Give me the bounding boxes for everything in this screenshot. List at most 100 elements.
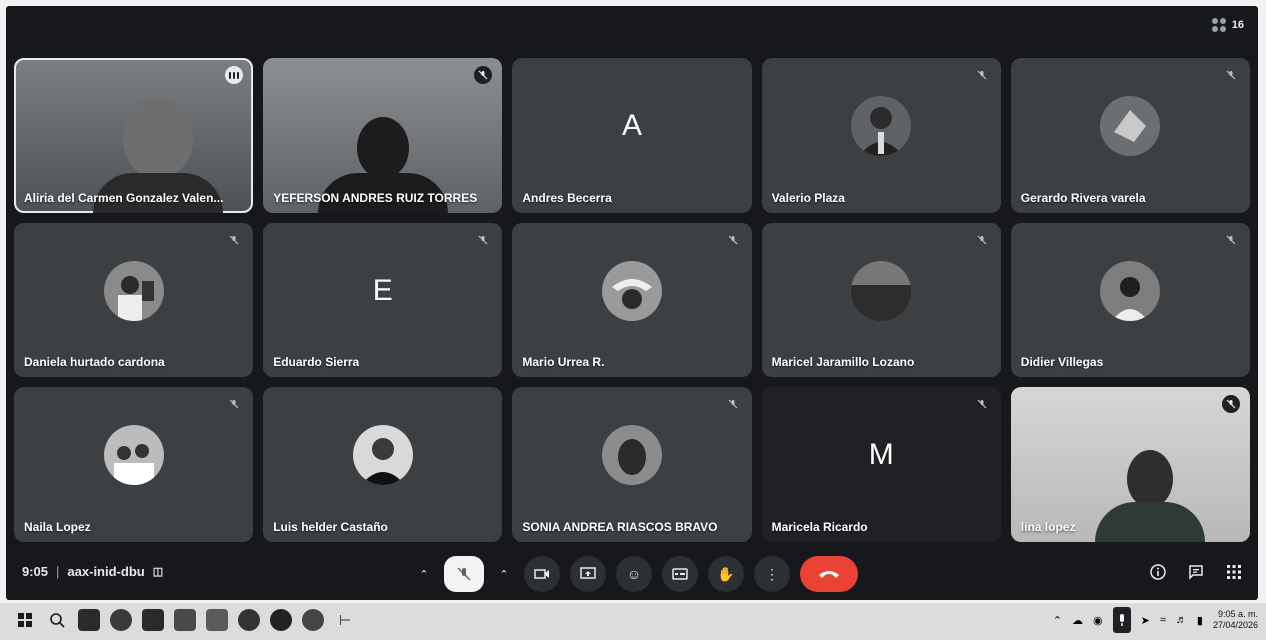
- mic-off-icon: [973, 231, 991, 249]
- right-panel-controls: [1148, 562, 1244, 582]
- participant-initial: A: [601, 96, 662, 157]
- leave-call-button[interactable]: [800, 556, 858, 592]
- system-clock[interactable]: 9:05 a. m. 27/04/2026: [1213, 609, 1258, 631]
- meeting-time: 9:05: [22, 564, 49, 579]
- taskbar-apps: ⊢: [14, 609, 356, 631]
- participant-name: Eduardo Sierra: [273, 355, 360, 370]
- participant-name: Maricel Jaramillo Lozano: [771, 355, 915, 370]
- windows-logo-icon: [18, 613, 32, 627]
- participant-count: 16: [1231, 19, 1244, 31]
- participant-name: Luis helder Castaño: [273, 520, 388, 534]
- meet-window: 16 Aliria del Carmen Gonzalez Valen... Y…: [6, 6, 1258, 600]
- participant-initial: E: [352, 260, 413, 321]
- meeting-book-icon: ◫: [152, 566, 164, 578]
- participant-tile[interactable]: Aliria del Carmen Gonzalez Valen...: [14, 58, 254, 213]
- taskbar-app[interactable]: [302, 609, 324, 631]
- clock-time: 9:05 a. m.: [1217, 609, 1258, 619]
- participant-tile[interactable]: Maricel Jaramillo Lozano: [761, 222, 1001, 378]
- participant-name: Valerio Plaza: [771, 190, 845, 205]
- camera-icon: [534, 569, 549, 579]
- hang-up-icon: [819, 571, 839, 578]
- search-button[interactable]: [46, 609, 68, 631]
- camera-button[interactable]: [524, 556, 560, 592]
- participants-button[interactable]: 16: [1211, 18, 1244, 32]
- mute-button[interactable]: [444, 556, 484, 592]
- wifi-icon[interactable]: ≈: [1160, 614, 1166, 626]
- mic-off-icon: [457, 567, 471, 581]
- present-button[interactable]: [570, 556, 606, 592]
- participant-avatar: [1100, 260, 1161, 321]
- participant-name: Didier Villegas: [1020, 355, 1104, 370]
- emoji-icon: ☺: [626, 566, 642, 582]
- mic-off-icon: [1222, 231, 1240, 249]
- participant-tile[interactable]: Valerio Plaza: [761, 58, 1001, 213]
- mic-off-icon: [724, 231, 742, 249]
- chat-icon: [1189, 565, 1203, 580]
- raise-hand-button[interactable]: ✋: [708, 556, 744, 592]
- meeting-toolbar: 9:05 | aax-inid-dbu ◫ ⌃ ⌃ ☺ ✋ ⋮: [6, 548, 1258, 600]
- participant-tile[interactable]: Mario Urrea R.: [512, 222, 752, 378]
- chat-button[interactable]: [1186, 562, 1206, 582]
- more-options-button[interactable]: ⋮: [754, 556, 790, 592]
- participant-tile[interactable]: SONIA ANDREA RIASCOS BRAVO: [512, 387, 752, 542]
- participant-name: SONIA ANDREA RIASCOS BRAVO: [522, 520, 718, 534]
- participant-tile[interactable]: E Eduardo Sierra: [263, 222, 503, 378]
- meeting-details: 9:05 | aax-inid-dbu ◫: [22, 564, 163, 579]
- microphone-in-use-button[interactable]: [1112, 607, 1131, 633]
- mic-options-chevron-icon[interactable]: ⌃: [414, 556, 434, 592]
- taskbar-app[interactable]: [270, 609, 292, 631]
- participant-tile[interactable]: YEFERSON ANDRES RUIZ TORRES: [263, 58, 503, 213]
- participant-avatar: [601, 425, 662, 486]
- participant-tile[interactable]: Didier Villegas: [1010, 222, 1250, 378]
- participant-tile[interactable]: A Andres Becerra: [512, 58, 752, 213]
- browser-button[interactable]: [238, 609, 260, 631]
- participant-avatar: [1100, 96, 1161, 157]
- participant-tile[interactable]: Gerardo Rivera varela: [1010, 58, 1250, 213]
- task-view-button[interactable]: [78, 609, 100, 631]
- taskbar-app[interactable]: [206, 609, 228, 631]
- participant-tile[interactable]: Daniela hurtado cardona: [14, 222, 254, 378]
- participant-name: YEFERSON ANDRES RUIZ TORRES: [273, 190, 478, 205]
- location-icon[interactable]: ➤: [1141, 614, 1150, 627]
- mic-off-icon: [1222, 66, 1240, 84]
- participant-avatar: [103, 260, 164, 321]
- participant-name: Aliria del Carmen Gonzalez Valen...: [24, 190, 224, 205]
- activities-button[interactable]: [1224, 562, 1244, 582]
- taskbar-app[interactable]: [174, 609, 196, 631]
- meeting-code: aax-inid-dbu: [67, 564, 145, 579]
- mic-off-icon: [474, 66, 493, 84]
- participant-tile[interactable]: M Maricela Ricardo: [761, 387, 1001, 542]
- reactions-button[interactable]: ☺: [616, 556, 652, 592]
- mic-off-icon: [474, 231, 492, 249]
- show-hidden-icons-chevron-icon[interactable]: ⌃: [1053, 614, 1062, 627]
- participant-tile[interactable]: Luis helder Castaño: [263, 387, 503, 542]
- participant-avatar: [103, 425, 164, 486]
- start-button[interactable]: [14, 609, 36, 631]
- participant-name: Daniela hurtado cardona: [24, 355, 165, 370]
- mic-off-icon: [225, 395, 243, 413]
- taskbar-app[interactable]: [110, 609, 132, 631]
- app-tray-icon[interactable]: ◉: [1093, 614, 1103, 627]
- meeting-separator: |: [56, 564, 60, 579]
- taskbar-app[interactable]: [142, 609, 164, 631]
- camera-options-chevron-icon[interactable]: ⌃: [494, 556, 514, 592]
- participant-name: Naila Lopez: [24, 520, 91, 534]
- mic-off-icon: [973, 395, 991, 413]
- captions-button[interactable]: [662, 556, 698, 592]
- taskbar-app[interactable]: ⊢: [334, 609, 356, 631]
- mic-off-icon: [973, 66, 991, 84]
- participant-tile[interactable]: lina lopez: [1010, 387, 1250, 542]
- volume-icon[interactable]: ♬: [1176, 614, 1187, 626]
- participant-name: lina lopez: [1020, 520, 1076, 534]
- participant-name: Andres Becerra: [522, 190, 612, 205]
- meeting-info-button[interactable]: [1148, 562, 1168, 582]
- onedrive-icon[interactable]: ☁: [1072, 614, 1083, 627]
- more-vert-icon: ⋮: [765, 565, 779, 582]
- mic-off-icon: [1221, 395, 1240, 414]
- clock-date: 27/04/2026: [1212, 620, 1258, 630]
- battery-icon[interactable]: ▮: [1197, 614, 1203, 627]
- call-controls: ⌃ ⌃ ☺ ✋ ⋮: [414, 556, 858, 592]
- participant-name: Mario Urrea R.: [522, 355, 605, 370]
- participant-tile[interactable]: Naila Lopez: [14, 387, 254, 542]
- search-icon: [50, 613, 65, 628]
